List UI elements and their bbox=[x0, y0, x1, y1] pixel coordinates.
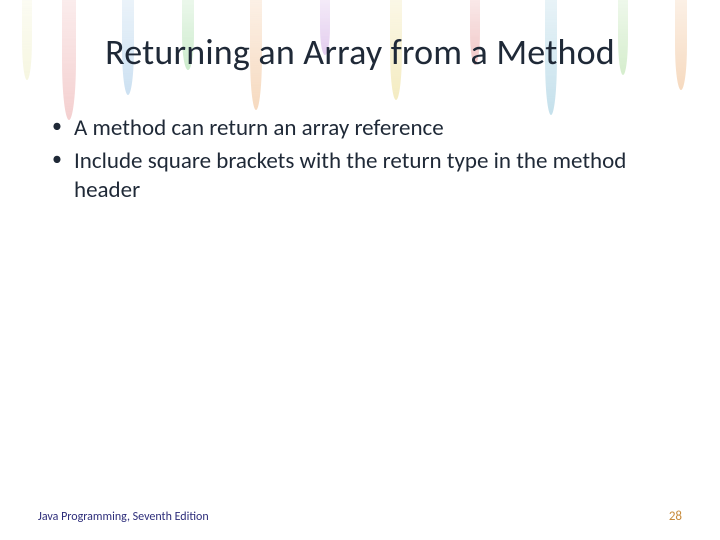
slide-title: Returning an Array from a Method bbox=[38, 30, 682, 74]
footer-book-title: Java Programming, Seventh Edition bbox=[38, 510, 209, 524]
bullet-item: Include square brackets with the return … bbox=[52, 147, 682, 205]
bullet-item: A method can return an array reference bbox=[52, 114, 682, 143]
footer-page-number: 28 bbox=[669, 509, 682, 524]
bullet-list: A method can return an array reference In… bbox=[38, 114, 682, 204]
slide-footer: Java Programming, Seventh Edition 28 bbox=[38, 509, 682, 524]
slide-content: Returning an Array from a Method A metho… bbox=[0, 0, 720, 540]
